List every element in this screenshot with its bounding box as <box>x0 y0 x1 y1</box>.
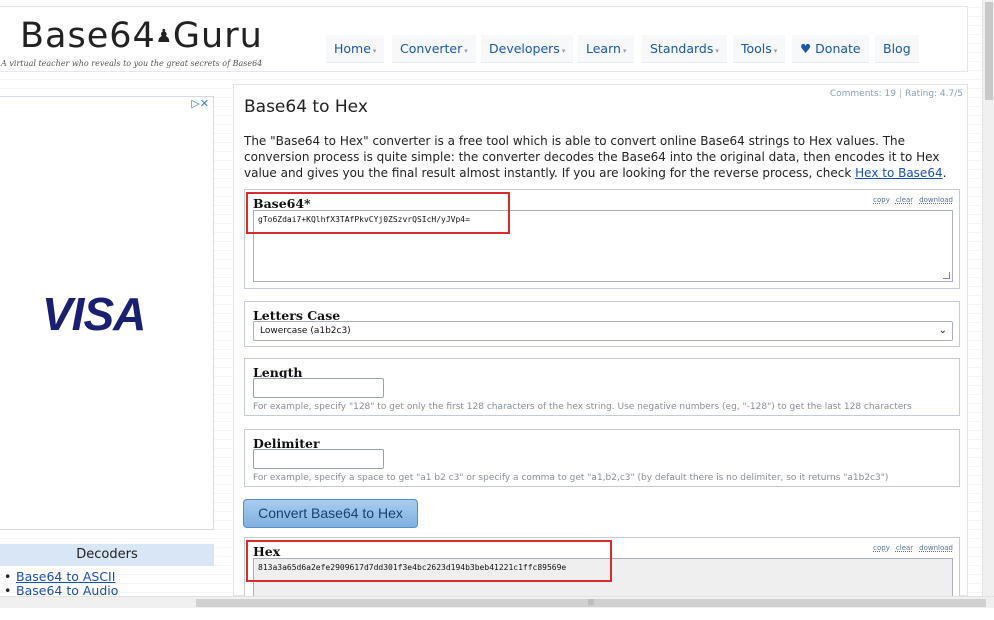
page-meta: Comments: 19 | Rating: 4.7/5 <box>830 89 963 99</box>
letters-case-select[interactable]: Lowercase (a1b2c3) ⌄ <box>253 321 953 341</box>
caret-icon: ▾ <box>561 47 566 55</box>
nav-item-developers[interactable]: Developers ▾ <box>481 35 574 63</box>
nav-label: Learn <box>586 41 621 56</box>
caret-icon: ▾ <box>773 47 778 55</box>
ad-banner[interactable]: ▷✕ VISA <box>0 96 214 530</box>
page-title: Base64 to Hex <box>244 97 368 117</box>
length-input[interactable] <box>253 378 384 398</box>
base64-panel-actions: copy clear download <box>867 196 953 204</box>
nav-label: Converter <box>400 41 463 56</box>
length-hint: For example, specify "128" to get only t… <box>253 402 912 412</box>
letters-case-panel: Letters Case Lowercase (a1b2c3) ⌄ <box>244 301 960 347</box>
logo-mark-icon: ♟ <box>155 26 173 47</box>
main-content: Comments: 19 | Rating: 4.7/5 Base64 to Hex… <box>233 84 968 610</box>
nav-item-standards[interactable]: Standards ▾ <box>642 35 727 63</box>
hex-highlight-box <box>246 540 612 582</box>
horizontal-scrollbar[interactable]: ||| <box>0 596 994 608</box>
caret-icon: ▾ <box>622 47 627 55</box>
nav-label: Standards <box>650 41 714 56</box>
nav-label: Developers <box>489 41 560 56</box>
chevron-down-icon: ⌄ <box>938 325 947 336</box>
copy-link[interactable]: copy <box>873 544 890 552</box>
sidebar-link-base64-to-ascii[interactable]: Base64 to ASCII <box>16 569 115 584</box>
clear-link[interactable]: clear <box>896 196 913 204</box>
intro-end: . <box>942 166 947 180</box>
hex-to-base64-link[interactable]: Hex to Base64 <box>855 166 942 180</box>
sidebar-decoders-list: • Base64 to ASCII • Base64 to Audio <box>4 570 118 598</box>
meta-separator: | <box>898 89 903 99</box>
download-link[interactable]: download <box>919 544 953 552</box>
list-item: • Base64 to ASCII <box>4 570 118 584</box>
bullet-icon: • <box>4 569 12 584</box>
delimiter-panel: Delimiter For example, specify a space t… <box>244 429 960 487</box>
site-tagline: A virtual teacher who reveals to you the… <box>1 59 263 68</box>
logo-text-base64: Base64 <box>20 16 156 56</box>
delimiter-input[interactable] <box>253 449 384 469</box>
nav-label: Blog <box>883 41 911 56</box>
nav-item-blog[interactable]: Blog <box>875 35 919 63</box>
download-link[interactable]: download <box>919 196 953 204</box>
delimiter-hint: For example, specify a space to get "a1 … <box>253 473 889 483</box>
vertical-scrollbar[interactable] <box>982 0 994 596</box>
nav-label: Home <box>334 41 371 56</box>
caret-icon: ▾ <box>372 47 377 55</box>
caret-icon: ▾ <box>464 47 468 55</box>
nav-item-tools[interactable]: Tools ▾ <box>733 35 786 63</box>
sidebar-decoders-heading: Decoders <box>0 544 214 566</box>
hex-panel-actions: copy clear download <box>867 544 953 552</box>
vertical-scroll-thumb[interactable] <box>985 2 993 100</box>
nav-item-converter[interactable]: Converter ▾ <box>392 35 476 63</box>
convert-button[interactable]: Convert Base64 to Hex <box>243 499 418 528</box>
horizontal-scroll-thumb[interactable]: ||| <box>196 599 986 607</box>
nav-label: ♥ Donate <box>800 41 861 56</box>
ad-choices-close-icon[interactable]: ▷✕ <box>191 97 209 110</box>
comments-link[interactable]: Comments: 19 <box>830 89 896 99</box>
nav-item-home[interactable]: Home ▾ <box>326 35 385 63</box>
length-panel: Length For example, specify "128" to get… <box>244 358 960 416</box>
nav-item-learn[interactable]: Learn ▾ <box>578 35 635 63</box>
site-logo[interactable]: Base64♟Guru <box>20 17 263 56</box>
page: Base64♟Guru A virtual teacher who reveal… <box>0 0 994 620</box>
intro-text: The "Base64 to Hex" converter is a free … <box>244 134 940 180</box>
nav-item-donate[interactable]: ♥ Donate <box>792 35 869 63</box>
site-header: Base64♟Guru A virtual teacher who reveal… <box>0 6 968 72</box>
base64-highlight-box <box>246 192 510 234</box>
bottom-strip <box>0 608 994 620</box>
copy-link[interactable]: copy <box>873 196 890 204</box>
clear-link[interactable]: clear <box>896 544 913 552</box>
letters-case-selected: Lowercase (a1b2c3) <box>260 326 351 336</box>
logo-text-guru: Guru <box>172 16 263 56</box>
rating-link[interactable]: Rating: 4.7/5 <box>905 89 963 99</box>
resize-handle-icon[interactable] <box>943 272 950 279</box>
intro-paragraph: The "Base64 to Hex" converter is a free … <box>244 133 960 181</box>
nav-label: Tools <box>741 41 772 56</box>
caret-icon: ▾ <box>715 47 719 55</box>
visa-logo[interactable]: VISA <box>42 287 146 341</box>
